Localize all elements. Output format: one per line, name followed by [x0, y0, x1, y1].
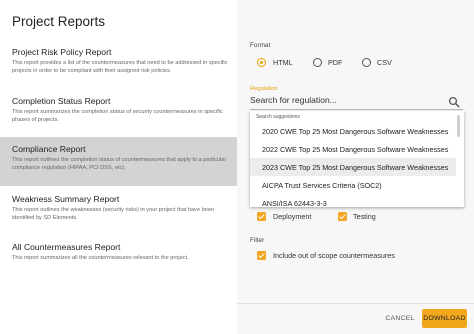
format-option-pdf-label: PDF [328, 58, 343, 67]
report-item-project-risk-policy[interactable]: Project Risk Policy Report This report p… [0, 40, 237, 80]
report-item-title: Weakness Summary Report [12, 194, 120, 204]
report-item-description: This report summarizes the completion st… [12, 109, 223, 123]
report-item-weakness-summary[interactable]: Weakness Summary Report This report outl… [0, 186, 237, 226]
report-item-description: This report outlines the weaknesses (sec… [12, 207, 215, 221]
regulation-option-label: AICPA Trust Services Criteria (SOC2) [262, 181, 382, 190]
regulation-option[interactable]: ANSI/ISA 62443-3-3 [250, 194, 456, 207]
project-reports-dialog: Project Reports Project Risk Policy Repo… [0, 0, 474, 334]
regulation-search-input[interactable]: Search for regulation... [250, 95, 462, 109]
report-item-title: Project Risk Policy Report [12, 47, 112, 57]
report-item-description: This report provides a list of the count… [12, 60, 228, 74]
cancel-button[interactable]: CANCEL [381, 310, 419, 327]
report-item-description: This report summarizes all the counterme… [12, 255, 189, 261]
format-label: Format [250, 42, 271, 49]
suggestions-hint: Search suggestions [256, 114, 300, 120]
phase-checkbox-testing[interactable] [338, 212, 347, 221]
report-item-title: Compliance Report [12, 144, 86, 154]
report-item-title: All Countermeasures Report [12, 242, 121, 252]
format-option-html-label: HTML [273, 58, 293, 67]
filter-label: Filter [250, 237, 265, 244]
download-button[interactable]: DOWNLOAD [422, 309, 467, 328]
regulation-option-highlighted[interactable]: 2023 CWE Top 25 Most Dangerous Software … [250, 158, 456, 176]
include-out-of-scope-label: Include out of scope countermeasures [273, 251, 395, 260]
report-item-description: This report outlines the completion stat… [12, 157, 227, 171]
report-item-title: Completion Status Report [12, 96, 111, 106]
report-item-all-countermeasures[interactable]: All Countermeasures Report This report s… [0, 234, 237, 268]
regulation-suggestions-dropdown: Search suggestions 2020 CWE Top 25 Most … [250, 111, 464, 207]
phase-checkbox-deployment[interactable] [257, 212, 266, 221]
regulation-option[interactable]: 2020 CWE Top 25 Most Dangerous Software … [250, 122, 456, 140]
include-out-of-scope-checkbox[interactable] [257, 251, 266, 260]
format-radio-pdf[interactable] [313, 58, 322, 67]
search-underline [250, 109, 463, 110]
regulation-label: Regulation [250, 86, 278, 92]
format-radio-csv[interactable] [362, 58, 371, 67]
report-item-compliance[interactable]: Compliance Report This report outlines t… [0, 137, 237, 186]
format-option-csv-label: CSV [377, 58, 392, 67]
regulation-option[interactable]: 2022 CWE Top 25 Most Dangerous Software … [250, 140, 456, 158]
phase-deployment-label: Deployment [273, 212, 312, 221]
regulation-option-label: 2023 CWE Top 25 Most Dangerous Software … [262, 163, 449, 172]
regulation-option-label: 2022 CWE Top 25 Most Dangerous Software … [262, 145, 449, 154]
regulation-option[interactable]: AICPA Trust Services Criteria (SOC2) [250, 176, 456, 194]
phase-testing-label: Testing [353, 212, 376, 221]
search-icon[interactable] [448, 96, 460, 108]
regulation-option-label: 2020 CWE Top 25 Most Dangerous Software … [262, 127, 449, 136]
report-list-panel: Project Reports Project Risk Policy Repo… [0, 0, 237, 334]
regulation-option-label: ANSI/ISA 62443-3-3 [262, 199, 327, 207]
dropdown-scrollbar[interactable] [457, 115, 460, 137]
dialog-title: Project Reports [12, 14, 106, 29]
report-item-completion-status[interactable]: Completion Status Report This report sum… [0, 88, 237, 128]
format-radio-html[interactable] [257, 58, 266, 67]
